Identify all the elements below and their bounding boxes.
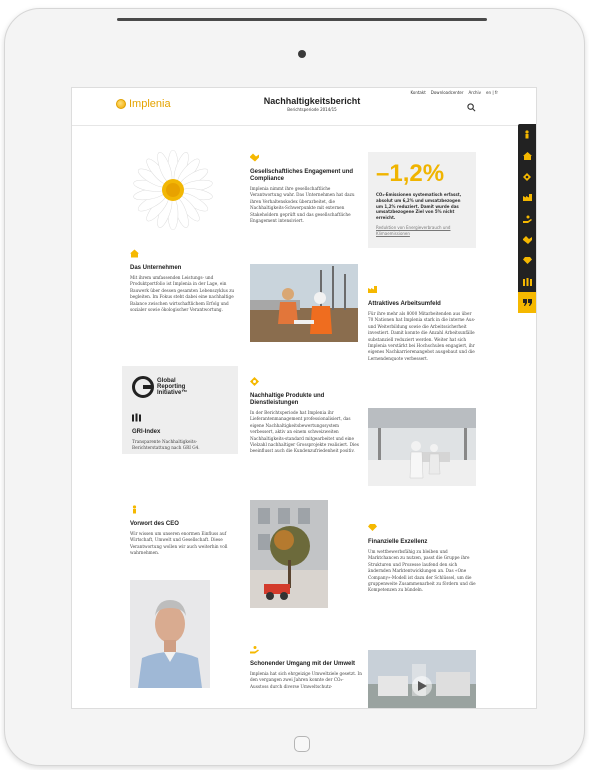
section-sidebar (518, 124, 536, 313)
section-title: GRI-Index (132, 429, 161, 435)
section-title: Das Unternehmen (130, 265, 182, 271)
tablet-top-edge (117, 18, 487, 21)
top-nav: Kontakt Downloadcenter Archiv en | fr (410, 90, 498, 95)
section-text: Mit ihrem umfassenden Leistungs- und Pro… (130, 275, 235, 313)
section-gri[interactable]: Global Reporting Initiative™ GRI-Index T… (122, 366, 238, 454)
diamond-icon (368, 524, 377, 531)
section-text: Transparente Nachhaltigkeits-Berichterst… (132, 439, 200, 451)
house-icon (130, 249, 139, 258)
apprentices-image (368, 408, 476, 486)
section-title: Gesellschaftliches Engagement und Compli… (250, 169, 354, 182)
section-exzellenz[interactable]: Finanzielle Exzellenz Um wettbewerbsfähi… (368, 520, 476, 594)
handshake-icon (522, 235, 532, 244)
section-text: Implenia nimmt ihre gesellschaftliche Ve… (250, 186, 355, 224)
home-button[interactable] (294, 736, 310, 752)
kpi-text: CO₂-Emissionen systematisch erfasst, abs… (376, 192, 462, 221)
leaf-icon (523, 172, 531, 181)
sidebar-item-unternehmen[interactable] (518, 145, 536, 166)
section-title: Nachhaltige Produkte und Dienstleistunge… (250, 393, 325, 406)
section-text: Wir wissen um unseren enormen Einfluss a… (130, 531, 228, 556)
section-text: Um wettbewerbsfähig zu bleiben und Markt… (368, 549, 476, 593)
quote-icon (522, 299, 532, 306)
gri-globe-icon (132, 376, 154, 398)
handshake-icon (250, 153, 259, 162)
logo[interactable]: Implenia (116, 98, 171, 110)
factory-icon (368, 286, 377, 293)
report-period: Berichtsperiode 2014/15 (287, 107, 337, 112)
section-title: Attraktives Arbeitsumfeld (368, 301, 441, 307)
sidebar-item-ceo[interactable] (518, 124, 536, 145)
sidebar-item-umwelt[interactable] (518, 208, 536, 229)
kpi-value: –1,2% (376, 160, 445, 187)
sidebar-item-umwelt-leaf[interactable] (518, 166, 536, 187)
person-icon (132, 505, 137, 514)
logo-text: Implenia (129, 98, 171, 110)
playground-image (250, 500, 328, 608)
section-title: Vorwort des CEO (130, 521, 179, 527)
screen: Implenia Kontakt Downloadcenter Archiv e… (71, 87, 537, 709)
sidebar-item-gri[interactable] (518, 271, 536, 292)
section-text: Implenia hat sich ehrgeizige Umweltziele… (250, 671, 362, 689)
factory-icon (522, 194, 532, 201)
section-title: Finanzielle Exzellenz (368, 539, 428, 545)
video-thumbnail[interactable] (368, 650, 476, 709)
columns-icon (132, 413, 141, 422)
daisy-flower-image (133, 150, 213, 230)
sidebar-item-exzellenz[interactable] (518, 250, 536, 271)
hand-icon (250, 646, 259, 654)
sidebar-item-engagement[interactable] (518, 229, 536, 250)
site-header: Implenia Kontakt Downloadcenter Archiv e… (72, 88, 536, 126)
gri-logo: Global Reporting Initiative™ (132, 376, 187, 398)
columns-icon (522, 277, 532, 286)
nav-archiv[interactable]: Archiv (469, 90, 482, 95)
construction-workers-image (250, 264, 358, 342)
section-umwelt[interactable]: Schonender Umgang mit der Umwelt Impleni… (250, 642, 362, 690)
section-ceo[interactable]: Vorwort des CEO Wir wissen um unseren en… (130, 502, 240, 557)
tablet-frame: Implenia Kontakt Downloadcenter Archiv e… (4, 8, 585, 766)
nav-language[interactable]: en | fr (486, 90, 498, 95)
house-icon (522, 151, 532, 160)
sidebar-item-vorwort[interactable] (518, 292, 536, 313)
person-icon (525, 130, 529, 139)
hand-icon (522, 215, 532, 223)
report-title: Nachhaltigkeitsbericht (263, 96, 361, 106)
kpi-card[interactable]: –1,2% CO₂-Emissionen systematisch erfass… (368, 152, 476, 248)
nav-kontakt[interactable]: Kontakt (410, 90, 425, 95)
nav-downloadcenter[interactable]: Downloadcenter (431, 90, 464, 95)
gri-logo-line3: Initiative™ (157, 390, 188, 396)
search-icon[interactable] (467, 103, 476, 112)
section-produkte[interactable]: Nachhaltige Produkte und Dienstleistunge… (250, 374, 362, 455)
section-title: Schonender Umgang mit der Umwelt (250, 661, 356, 667)
section-engagement[interactable]: Gesellschaftliches Engagement und Compli… (250, 150, 362, 224)
leaf-icon (250, 377, 259, 386)
camera-icon (298, 50, 306, 58)
section-text: In der Berichtsperiode hat Implenia ihr … (250, 410, 359, 454)
section-arbeitsumfeld[interactable]: Attraktives Arbeitsumfeld Für ihre mehr … (368, 282, 476, 362)
section-unternehmen[interactable]: Das Unternehmen Mit ihrem umfassenden Le… (130, 246, 240, 313)
kpi-link[interactable]: Reduktion von Energieverbrauch und Klima… (368, 223, 476, 239)
logo-sun-icon (116, 99, 126, 109)
diamond-icon (522, 257, 532, 264)
sidebar-item-arbeitsumfeld[interactable] (518, 187, 536, 208)
section-text: Für ihre mehr als 8000 Mitarbeitenden au… (368, 311, 476, 361)
ceo-portrait-image (130, 580, 210, 688)
